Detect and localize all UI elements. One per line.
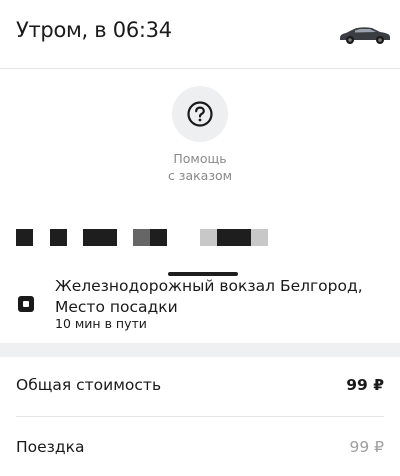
help-button[interactable] [172, 86, 228, 142]
redacted-block [50, 229, 67, 246]
redacted-block [251, 229, 268, 246]
stop-square-icon [18, 296, 34, 312]
question-circle-icon [187, 101, 213, 127]
help-label-line2: с заказом [167, 168, 233, 183]
trip-duration: 10 мин в пути [55, 316, 147, 331]
redacted-block [217, 229, 251, 246]
ride-cost-value: 99 ₽ [349, 438, 384, 456]
ride-cost-label: Поездка [16, 438, 85, 456]
car-icon [340, 27, 390, 44]
total-cost-label: Общая стоимость [16, 376, 162, 394]
destination-address: Железнодорожный вокзал Белгород, Место п… [55, 277, 363, 316]
help-section: Помощь с заказом [0, 86, 400, 184]
redacted-block [83, 229, 117, 246]
help-label-line1: Помощь [173, 151, 227, 166]
total-cost-row: Общая стоимость 99 ₽ [16, 358, 384, 417]
redacted-block [150, 229, 167, 246]
redacted-block [133, 229, 150, 246]
redacted-block [16, 229, 33, 246]
help-label[interactable]: Помощь с заказом [0, 150, 400, 184]
ride-cost-row: Поездка 99 ₽ [16, 418, 384, 476]
redacted-block [200, 229, 217, 246]
total-cost-value: 99 ₽ [346, 376, 384, 394]
section-divider [0, 343, 400, 357]
header: Утром, в 06:34 [0, 0, 400, 69]
order-time-title: Утром, в 06:34 [16, 18, 172, 42]
